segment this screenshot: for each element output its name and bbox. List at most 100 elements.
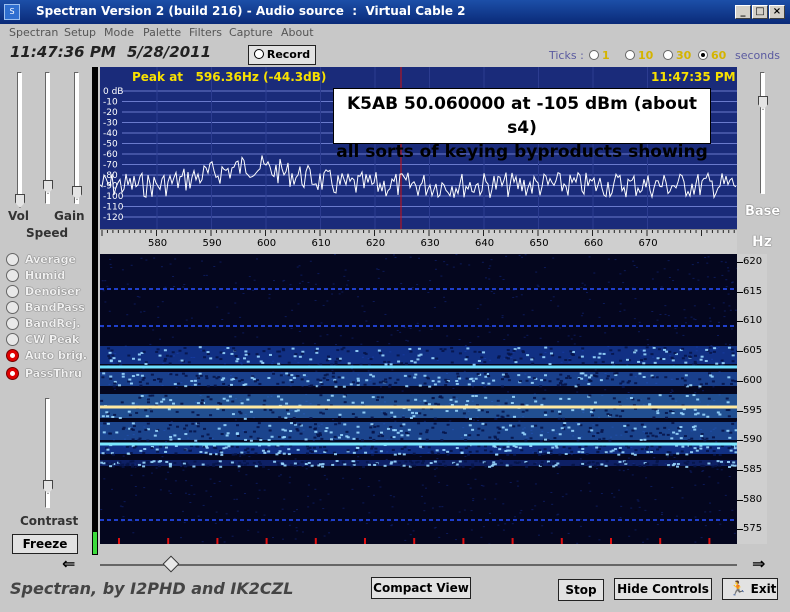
gain-slider-track[interactable] (74, 72, 79, 204)
waterfall-noise (580, 287, 583, 289)
option-humid[interactable]: Humid (6, 269, 65, 282)
waterfall-speckle (521, 410, 525, 413)
waterfall-noise (570, 338, 573, 340)
menu-palette[interactable]: Palette (143, 26, 181, 39)
waterfall-speckle (189, 430, 193, 433)
tick-option-30[interactable]: 30 (663, 49, 691, 62)
maximize-button[interactable]: □ (752, 5, 768, 19)
title-bar[interactable]: S Spectran Version 2 (build 216) - Audio… (0, 0, 790, 24)
waterfall-speckle (556, 378, 560, 381)
menu-about[interactable]: About (281, 26, 314, 39)
compact-view-button[interactable]: Compact View (371, 577, 471, 599)
waterfall-speckle (352, 437, 356, 440)
waterfall-noise (520, 294, 523, 296)
waterfall-speckle (417, 347, 421, 350)
waterfall-noise (183, 283, 186, 285)
waterfall-noise (467, 483, 470, 485)
waterfall-noise (480, 536, 483, 538)
scroll-left-arrow-icon[interactable]: ⇐ (62, 554, 75, 573)
tick-option-60[interactable]: 60 (698, 49, 726, 62)
scroll-right-arrow-icon[interactable]: ⇒ (752, 554, 765, 573)
tick-option-1[interactable]: 1 (589, 49, 610, 62)
hide-controls-button[interactable]: Hide Controls (614, 578, 712, 600)
base-slider-track[interactable] (760, 72, 765, 194)
waterfall-speckle (381, 380, 385, 383)
waterfall-noise (390, 334, 393, 336)
waterfall-speckle (619, 382, 623, 385)
waterfall-noise (388, 343, 391, 345)
app-icon[interactable]: S (4, 4, 20, 20)
waterfall-speckle (618, 448, 622, 451)
waterfall-speckle (645, 446, 649, 449)
option-bandpass[interactable]: BandPass (6, 301, 85, 314)
waterfall-speckle (129, 460, 133, 463)
waterfall-speckle (217, 427, 221, 430)
menu-mode[interactable]: Mode (104, 26, 134, 39)
waterfall-noise (173, 286, 176, 288)
minimize-button[interactable]: _ (735, 5, 751, 19)
waterfall-speckle (501, 378, 505, 381)
waterfall-speckle (293, 355, 297, 358)
option-cw-peak[interactable]: CW Peak (6, 333, 79, 346)
waterfall-speckle (593, 401, 597, 404)
tick-option-10[interactable]: 10 (625, 49, 653, 62)
menu-spectran[interactable]: Spectran (9, 26, 58, 39)
waterfall-noise (153, 257, 156, 259)
waterfall-speckle (169, 373, 173, 376)
exit-button[interactable]: 🏃 Exit (722, 578, 778, 600)
record-button[interactable]: Record (248, 45, 316, 65)
waterfall-speckle (391, 448, 395, 451)
waterfall-speckle (530, 425, 534, 428)
waterfall-noise (323, 474, 326, 476)
freeze-button[interactable]: Freeze (12, 534, 78, 554)
waterfall-speckle (707, 462, 711, 465)
menu-capture[interactable]: Capture (229, 26, 273, 39)
waterfall-noise (347, 280, 350, 282)
waterfall-noise (552, 296, 555, 298)
spectrum-time: 11:47:35 PM (651, 70, 736, 84)
scroll-track[interactable] (100, 564, 737, 566)
waterfall-speckle (501, 373, 505, 376)
vol-slider-knob[interactable] (15, 194, 25, 208)
vol-slider-track[interactable] (17, 72, 22, 204)
waterfall-noise (244, 493, 247, 495)
waterfall-speckle (156, 348, 160, 351)
waterfall-speckle (650, 353, 654, 356)
waterfall-speckle (131, 422, 135, 425)
waterfall-noise (724, 343, 727, 345)
waterfall-speckle (117, 384, 121, 387)
close-button[interactable]: × (769, 5, 785, 19)
waterfall-speckle (331, 463, 335, 466)
waterfall-speckle (596, 451, 600, 454)
waterfall-speckle (377, 349, 381, 352)
waterfall-speckle (631, 452, 635, 455)
option-bandrej[interactable]: BandRej. (6, 317, 80, 330)
menu-setup[interactable]: Setup (64, 26, 96, 39)
waterfall-noise (133, 303, 136, 305)
waterfall-speckle (431, 452, 435, 455)
waterfall-noise (647, 344, 650, 346)
waterfall-speckle (169, 438, 173, 441)
waterfall-speckle (398, 452, 402, 455)
waterfall-noise (594, 369, 597, 371)
waterfall-noise (218, 480, 221, 482)
scroll-thumb[interactable] (162, 555, 180, 573)
waterfall-noise (614, 259, 617, 261)
option-passthru[interactable]: PassThru (6, 367, 82, 380)
waterfall-speckle (159, 445, 163, 448)
menu-filters[interactable]: Filters (189, 26, 222, 39)
waterfall-noise (580, 490, 582, 492)
stop-button[interactable]: Stop (558, 579, 604, 601)
waterfall-speckle (217, 376, 221, 379)
waterfall-speckle (693, 465, 697, 468)
waterfall-speckle (520, 403, 524, 406)
option-average[interactable]: Average (6, 253, 76, 266)
waterfall-display[interactable] (100, 254, 737, 544)
waterfall-noise (372, 494, 375, 496)
waterfall-noise (378, 480, 381, 482)
waterfall-noise (637, 500, 640, 502)
option-denoiser[interactable]: Denoiser (6, 285, 80, 298)
waterfall-speckle (390, 416, 394, 419)
waterfall-noise (427, 292, 430, 294)
option-auto-brig[interactable]: Auto brig. (6, 349, 87, 362)
